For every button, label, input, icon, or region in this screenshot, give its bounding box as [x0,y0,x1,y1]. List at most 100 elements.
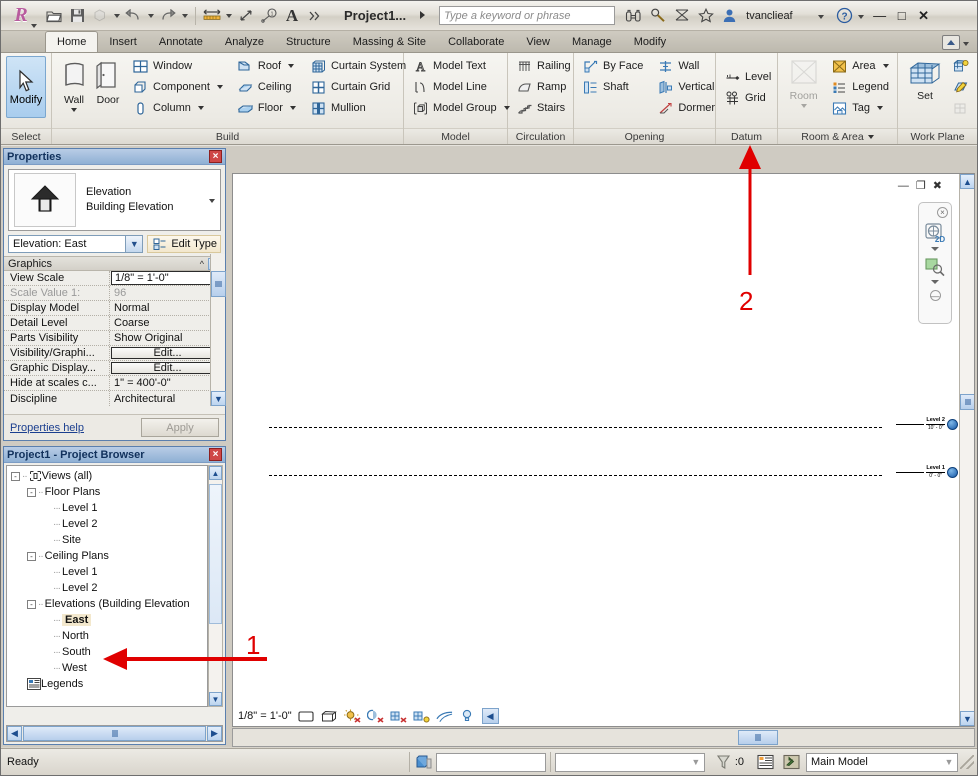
shadows-icon[interactable] [366,708,384,724]
tree-node-views-all[interactable]: - ·· Views (all) [7,468,207,484]
project-browser-horizontal-scrollbar[interactable]: ◀ ▶ [6,725,223,742]
roof-dropdown-icon[interactable] [288,64,295,68]
tag-button[interactable]: Tag [828,98,892,118]
canvas-horizontal-scrollbar[interactable] [232,728,975,747]
tab-collaborate[interactable]: Collaborate [437,32,515,52]
detail-level-icon[interactable] [298,708,315,724]
star-icon[interactable] [695,5,716,26]
tree-node-ceiling-level-1[interactable]: ··· Level 1 [7,564,207,580]
visibility-graphics-edit-button[interactable]: Edit... [111,347,224,359]
prop-row-parts-visibility[interactable]: Parts Visibility Show Original [4,331,225,346]
drawing-canvas[interactable]: — ❐ ✖ Level 2 10' - 0" Level 1 0' - 0" ×… [232,173,975,727]
floor-button[interactable]: Floor [234,98,299,118]
expand-view-bar-icon[interactable]: ◀ [481,708,499,724]
search-icon[interactable] [647,5,668,26]
tree-node-south[interactable]: ··· South [7,644,207,660]
instance-selector-combo[interactable]: Elevation: East ▼ [8,235,144,253]
edit-type-button[interactable]: Edit Type [147,235,221,253]
tab-structure[interactable]: Structure [275,32,342,52]
level-tag-1[interactable]: Level 1 0' - 0" [896,465,958,479]
sync-icon[interactable] [89,5,111,27]
tab-massing-site[interactable]: Massing & Site [342,32,437,52]
prop-row-graphic-display[interactable]: Graphic Display... Edit... [4,361,225,376]
undo-dropdown-icon[interactable] [146,13,156,18]
properties-close-button[interactable]: × [209,150,222,163]
properties-scroll-down-button[interactable]: ▼ [211,391,226,406]
properties-help-link[interactable]: Properties help [10,422,84,434]
tree-node-floor-level-2[interactable]: ··· Level 2 [7,516,207,532]
tree-node-north[interactable]: ··· North [7,628,207,644]
filter-icon[interactable] [713,752,735,772]
redo-icon[interactable] [157,5,179,27]
model-line-button[interactable]: Model Line [409,77,513,97]
mullion-button[interactable]: Mullion [307,98,409,118]
shaft-button[interactable]: Shaft [579,77,646,97]
tree-node-west[interactable]: ··· West [7,660,207,676]
steering-wheel-button[interactable]: 2D [923,222,947,251]
minimize-button[interactable]: — [872,8,888,23]
properties-scroll-thumb[interactable] [211,271,226,297]
level-tag-2[interactable]: Level 2 10' - 0" [896,417,958,431]
expand-toggle-icon[interactable]: - [27,551,36,561]
column-button[interactable]: Column [129,98,226,118]
tab-manage[interactable]: Manage [561,32,623,52]
browser-scroll-down-button[interactable]: ▼ [209,692,222,706]
user-avatar-icon[interactable] [719,5,740,26]
grid-button[interactable]: Grid [721,88,774,108]
text-icon[interactable]: A [281,5,303,27]
undo-icon[interactable] [123,5,145,27]
tab-insert[interactable]: Insert [98,32,148,52]
crop-view-icon[interactable] [413,708,430,724]
show-workplane-button[interactable] [949,56,972,76]
prop-row-view-scale[interactable]: View Scale 1/8" = 1'-0" [4,271,225,286]
legend-button[interactable]: Legend [828,77,892,97]
modify-button[interactable]: Modify [6,56,46,118]
prop-row-display-model[interactable]: Display Model Normal [4,301,225,316]
redo-dropdown-icon[interactable] [180,13,190,18]
model-group-button[interactable]: Model Group [409,98,513,118]
canvas-scroll-up-button[interactable]: ▲ [960,174,974,189]
level-line-2[interactable] [269,427,882,428]
view-scale-label[interactable]: 1/8" = 1'-0" [238,710,292,722]
column-dropdown-icon[interactable] [197,106,204,110]
help-dropdown-icon[interactable] [857,10,864,22]
canvas-hscroll-thumb[interactable] [738,730,778,745]
navbar-collapse-button[interactable]: — [929,290,941,301]
workplane-viewer-button[interactable] [949,77,972,97]
status-input-field[interactable] [435,752,546,772]
ribbon-minimize-button[interactable] [942,35,960,50]
set-workplane-button[interactable]: Set [903,56,947,102]
by-face-button[interactable]: By Face [579,56,646,76]
wall-dropdown-icon[interactable] [71,108,77,112]
project-browser-close-button[interactable]: × [209,448,222,461]
type-selector-dropdown-icon[interactable] [209,194,215,206]
zoom-tool-dropdown-icon[interactable] [931,280,939,284]
area-dropdown-icon[interactable] [882,64,889,68]
view-restore-icon[interactable]: ❐ [916,179,926,192]
project-browser-vertical-scrollbar[interactable]: ▲ ▼ [208,465,223,707]
prop-value-view-scale[interactable]: 1/8" = 1'-0" [111,271,224,285]
canvas-scroll-down-button[interactable]: ▼ [960,711,974,726]
level-2-globe-icon[interactable] [947,418,958,430]
prop-value-display-model[interactable]: Normal [110,301,225,315]
tab-home[interactable]: Home [45,31,99,52]
resize-grip[interactable] [960,755,974,769]
binoculars-icon[interactable] [623,5,644,26]
more-commands-icon[interactable] [304,5,326,27]
prop-row-detail-level[interactable]: Detail Level Coarse [4,316,225,331]
render-dialog-icon[interactable] [390,708,407,724]
view-minimize-icon[interactable]: — [898,180,909,192]
prop-row-visibility-graphics[interactable]: Visibility/Graphi... Edit... [4,346,225,361]
collapse-all-icon[interactable]: ^ [200,259,204,269]
type-selector[interactable]: Elevation Building Elevation [8,169,221,231]
tree-node-site[interactable]: ··· Site [7,532,207,548]
browser-scroll-up-button[interactable]: ▲ [209,466,222,480]
curtain-system-button[interactable]: Curtain System [307,56,409,76]
level-button[interactable]: Level [721,67,774,87]
prop-row-discipline[interactable]: Discipline Architectural [4,391,225,406]
canvas-vertical-scrollbar[interactable]: ▲ ▼ [959,174,974,726]
reveal-hidden-elements-icon[interactable] [459,708,476,724]
browser-scroll-right-button[interactable]: ▶ [207,726,222,741]
properties-group-header[interactable]: Graphics ^ ▲ [4,256,225,271]
properties-scrollbar[interactable]: ▼ [210,254,226,406]
